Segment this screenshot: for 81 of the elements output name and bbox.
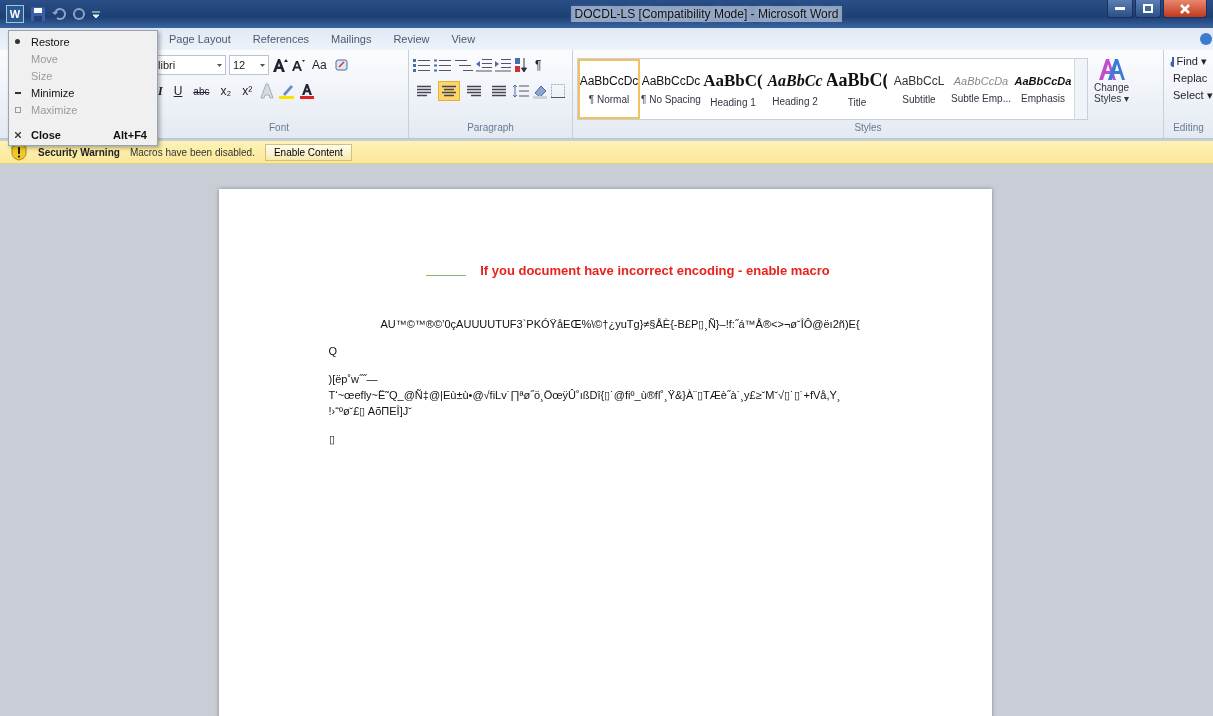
ribbon-tab[interactable]: References — [243, 31, 319, 47]
highlighter-icon — [278, 83, 297, 99]
undo-icon — [52, 7, 66, 21]
close-icon — [15, 131, 21, 138]
restore-button[interactable] — [1135, 0, 1161, 18]
shading-icon — [532, 83, 548, 99]
style-item[interactable]: AaBbC( Heading 1 — [702, 59, 764, 119]
style-item[interactable]: AaBbCcDa Emphasis — [1012, 59, 1074, 119]
menu-item[interactable]: Minimize — [9, 84, 157, 101]
ribbon-tab[interactable]: Mailings — [322, 31, 381, 47]
clear-formatting-icon — [333, 57, 350, 73]
multilevel-list-icon — [455, 58, 473, 72]
save-icon — [30, 6, 46, 22]
garbled-text-line: )[ëp˚w˝˝— — [328, 372, 379, 387]
increase-indent-icon — [495, 58, 511, 72]
garbled-text-line: ▯ — [328, 432, 336, 447]
line-spacing-icon — [513, 84, 529, 98]
align-icon — [417, 85, 431, 97]
format-button[interactable]: x² — [238, 81, 257, 101]
help-icon — [1199, 32, 1213, 46]
editing-button[interactable]: Find ▾ — [1168, 54, 1209, 69]
format-button[interactable]: x₂ — [216, 81, 236, 101]
garbled-text-line: AU™©™®©’0çAUUUUTUF3`PKÓŸåEŒ%\©†¿yuTg}≠§ÅÈ{-B£P▯¸Ñ}–!f:˝á™Å®<>¬ø˘ÎÔ@ëı2ñ)E{ — [379, 318, 861, 331]
borders-icon — [551, 84, 565, 98]
align-icon — [442, 85, 456, 97]
redo-icon — [72, 7, 86, 21]
show-formatting-button[interactable]: ¶ — [531, 55, 546, 75]
security-message: Macros have been disabled. — [129, 146, 255, 158]
shrink-font-icon — [291, 59, 305, 71]
dropdown-arrow-icon — [260, 63, 265, 67]
garbled-text-line: !›“ºø˘£▯ AõΠEÎ]J˘ — [328, 404, 413, 419]
text-effects-icon — [259, 83, 276, 99]
style-item[interactable]: AaBbCcDc ¶ No Spacing — [640, 59, 702, 119]
word-logo[interactable]: W — [6, 5, 24, 23]
group-label: Font — [268, 122, 290, 135]
group-label: Editing — [1172, 122, 1205, 135]
close-icon — [1180, 3, 1190, 14]
ribbon-tab[interactable]: Review — [384, 31, 439, 47]
format-button[interactable]: abc — [189, 81, 214, 101]
align-icon — [492, 85, 506, 97]
sort-icon — [514, 57, 528, 73]
style-item[interactable]: AaBbCcL Subtitle — [888, 59, 950, 119]
change-styles-button[interactable]: Change Styles ▾ — [1088, 54, 1136, 122]
gallery-scrollbar[interactable] — [1074, 59, 1087, 119]
format-button[interactable]: I — [154, 81, 167, 101]
ribbon-tab[interactable]: View — [442, 31, 485, 47]
document-heading: If you document have incorrect encoding - enable macro — [480, 263, 830, 278]
minimize-icon — [1115, 6, 1125, 11]
dot-icon — [15, 39, 20, 44]
menu-item[interactable]: Restore — [9, 33, 157, 50]
enable-content-button[interactable]: Enable Content — [264, 143, 352, 161]
grow-font-icon — [272, 58, 288, 72]
garbled-text-line: T‘~œefly~Ë˜Q_@Ñ‡@|Eù±ù•@√fiLv˙∏ªø˝ö¸ÖœÿÛ˚ıßDî{▯˙@fiº_ù®fl˚¸Ÿ&}À¨▯TÆè˝à˙¸y£≥˘M˘√▯˙▯˙+fVå,Y¸ — [328, 388, 842, 403]
font-color-icon — [299, 83, 316, 99]
restore-icon — [1143, 4, 1153, 13]
underline-mark — [426, 275, 467, 276]
customize-icon — [92, 10, 100, 18]
minimize-icon — [15, 91, 21, 94]
change-case-button[interactable]: Aa — [308, 55, 331, 75]
style-item[interactable]: AaBbCcDa Subtle Emp... — [950, 59, 1012, 119]
style-item[interactable]: AaBbCcDc ¶ Normal — [578, 59, 640, 119]
format-button[interactable]: U — [169, 81, 187, 101]
align-button[interactable] — [438, 81, 460, 101]
bullets-icon — [413, 58, 431, 72]
group-label: Styles — [853, 122, 883, 135]
dropdown-arrow-icon — [217, 63, 222, 67]
change-styles-icon — [1097, 56, 1126, 82]
style-item[interactable]: AaBbCc Heading 2 — [764, 59, 826, 119]
ribbon-tab[interactable]: Page Layout — [160, 31, 240, 47]
close-button[interactable] — [1163, 0, 1207, 18]
numbering-icon — [434, 58, 452, 72]
minimize-button[interactable] — [1107, 0, 1133, 18]
maximize-icon — [15, 106, 21, 113]
garbled-text-line: Q — [328, 344, 339, 359]
security-warning-title: Security Warning — [38, 146, 120, 158]
editing-button[interactable]: Replac — [1168, 71, 1209, 85]
menu-item[interactable]: Close Alt+F4 — [9, 126, 157, 143]
font-size-field[interactable]: 12 — [229, 55, 269, 75]
group-label: Paragraph — [466, 122, 515, 135]
align-icon — [467, 85, 481, 97]
decrease-indent-icon — [476, 58, 492, 72]
